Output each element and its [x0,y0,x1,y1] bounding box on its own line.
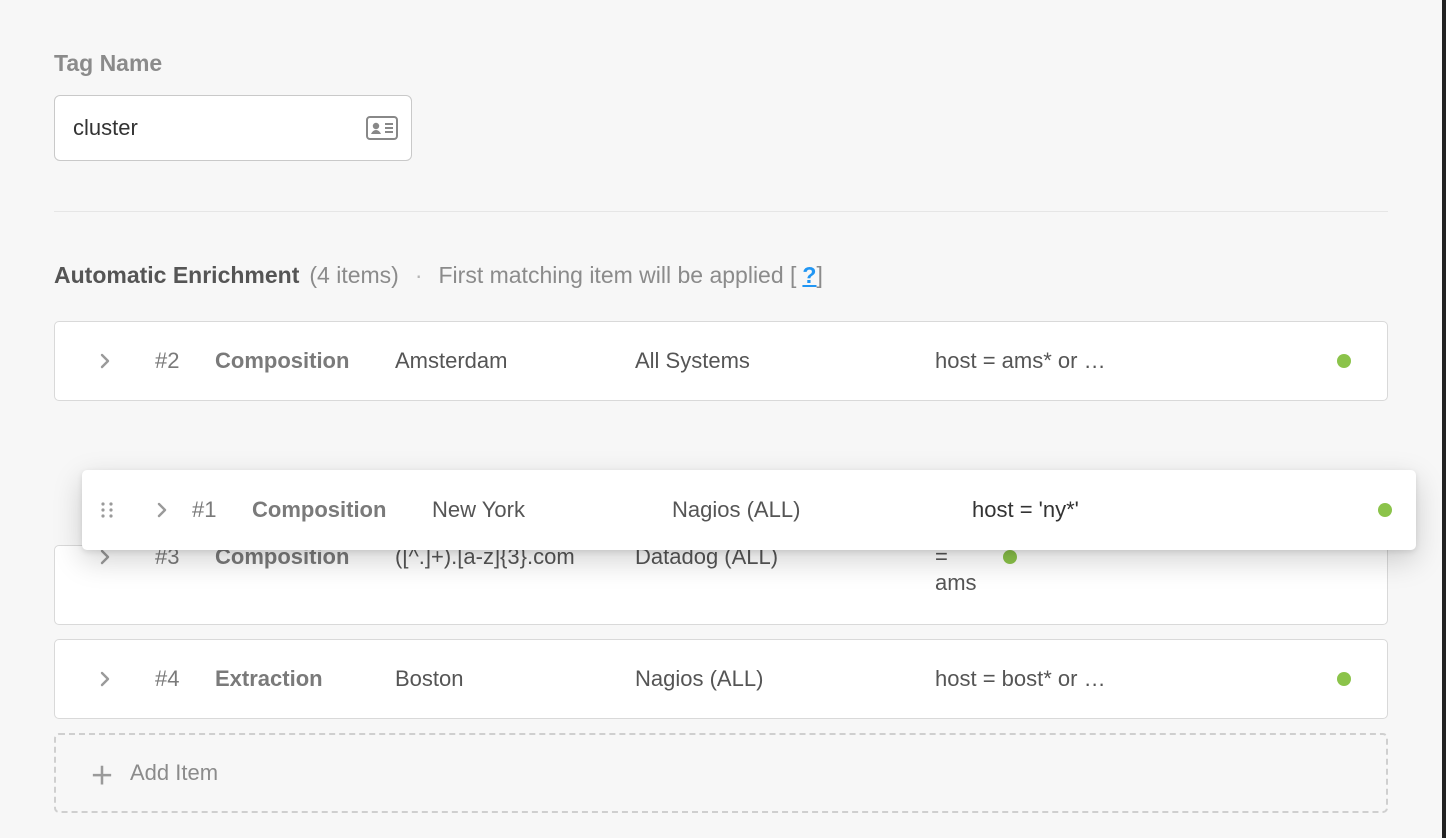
chevron-right-icon[interactable] [55,549,155,565]
row-source: All Systems [635,348,935,374]
row-source: Nagios (ALL) [672,497,972,523]
plus-icon: ＋ [90,756,114,791]
enrichment-row[interactable]: #2 Composition Amsterdam All Systems hos… [54,321,1388,401]
enrichment-row-obscured[interactable]: #3 Composition ([^.]+).[a-z]{3}.com Data… [54,545,1388,625]
row-rule: host = ams* or … [935,348,1311,374]
enrichment-row[interactable]: #4 Extraction Boston Nagios (ALL) host =… [54,639,1388,719]
section-title: Automatic Enrichment [54,262,299,289]
id-card-icon [366,116,398,140]
enrichment-row-dragging[interactable]: #1 Composition New York Nagios (ALL) hos… [82,470,1416,550]
tag-name-label: Tag Name [54,50,1388,77]
section-divider [54,211,1388,212]
row-value: Boston [395,666,635,692]
status-active-icon [1337,354,1351,368]
row-status [1311,672,1371,686]
status-active-icon [1003,550,1017,564]
row-type: Extraction [215,666,395,692]
row-status [1356,503,1416,517]
row-value: New York [432,497,672,523]
status-active-icon [1378,503,1392,517]
row-number: #2 [155,348,215,374]
row-source: Nagios (ALL) [635,666,935,692]
drag-handle-icon[interactable] [82,500,132,520]
add-item-button[interactable]: ＋ Add Item [54,733,1388,813]
tag-name-input[interactable] [54,95,412,161]
section-header: Automatic Enrichment (4 items) · First m… [54,262,1388,289]
add-item-label: Add Item [130,760,218,786]
tag-name-input-wrap [54,95,412,161]
row-number: #1 [192,497,252,523]
status-active-icon [1337,672,1351,686]
enrichment-list: #2 Composition Amsterdam All Systems hos… [54,321,1388,813]
row-rule: host = 'ny*' [972,497,1356,523]
chevron-right-icon[interactable] [55,353,155,369]
row-type: Composition [252,497,432,523]
row-number: #4 [155,666,215,692]
chevron-right-icon[interactable] [132,502,192,518]
section-count: (4 items) [309,262,398,289]
help-link[interactable]: ? [802,262,816,288]
row-status [977,550,1037,564]
help-link-wrap: [?] [784,262,823,289]
page-container: Tag Name Automatic Enrichment (4 items) … [0,0,1446,838]
row-rule: host = bost* or … [935,666,1311,692]
row-status [1311,354,1371,368]
row-rule: host = ams [935,545,977,596]
section-hint: First matching item will be applied [439,262,784,289]
chevron-right-icon[interactable] [55,671,155,687]
row-type: Composition [215,348,395,374]
section-separator: · [415,262,423,289]
row-value: Amsterdam [395,348,635,374]
